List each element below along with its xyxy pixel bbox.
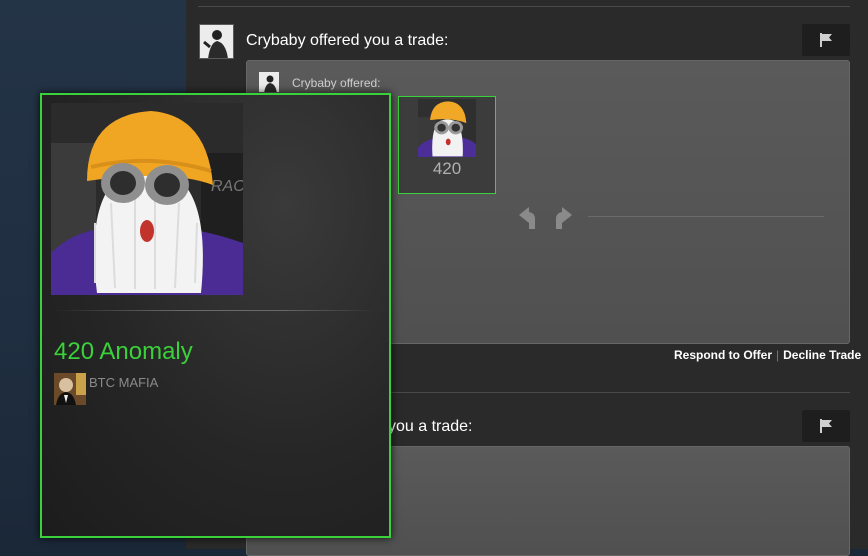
item-count: 420 bbox=[432, 159, 462, 178]
report-button[interactable] bbox=[802, 410, 850, 442]
flag-icon bbox=[820, 33, 832, 47]
trade-offer-headline: Crybaby offered you a trade: bbox=[246, 32, 449, 49]
trade-arrow-left-icon bbox=[519, 207, 535, 229]
flag-icon bbox=[820, 419, 832, 433]
report-button[interactable] bbox=[802, 24, 850, 56]
decline-trade-link[interactable]: Decline Trade bbox=[783, 348, 861, 362]
sender-avatar[interactable] bbox=[199, 24, 234, 59]
trade-divider bbox=[588, 216, 824, 217]
action-separator: | bbox=[776, 348, 780, 362]
item-thumbnail bbox=[418, 99, 476, 157]
item-tooltip: RAC 420 Anomaly BTC MAFIA bbox=[40, 93, 391, 538]
respond-to-offer-link[interactable]: Respond to Offer bbox=[674, 348, 772, 362]
trade-actions: Respond to Offer | Decline Trade bbox=[674, 348, 861, 362]
owner-name: BTC MAFIA bbox=[89, 375, 159, 390]
offered-label: Crybaby offered: bbox=[292, 76, 381, 90]
divider bbox=[198, 6, 850, 7]
item-name: 420 Anomaly bbox=[54, 338, 193, 365]
svg-text:RAC: RAC bbox=[211, 178, 243, 195]
trade-arrow-right-icon bbox=[556, 207, 572, 229]
tooltip-divider bbox=[54, 310, 376, 311]
owner-avatar bbox=[54, 373, 86, 405]
item-image: RAC bbox=[51, 103, 243, 295]
trade-item-slot[interactable]: 420 bbox=[398, 96, 496, 194]
trade-offer-headline: you a trade: bbox=[388, 418, 473, 435]
offered-by-avatar bbox=[258, 71, 280, 93]
